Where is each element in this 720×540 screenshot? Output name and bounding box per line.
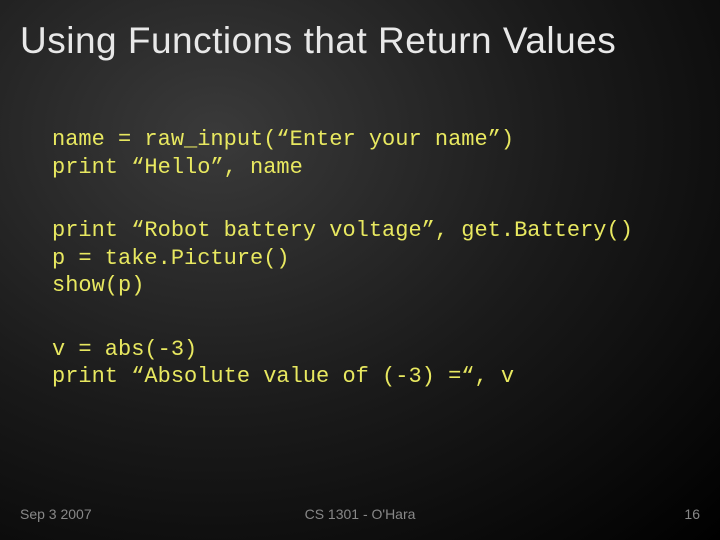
footer-date: Sep 3 2007 [20, 506, 92, 522]
slide-container: Using Functions that Return Values name … [0, 0, 720, 540]
code-block-2: print “Robot battery voltage”, get.Batte… [52, 217, 700, 300]
slide-title: Using Functions that Return Values [20, 20, 700, 62]
footer: Sep 3 2007 CS 1301 - O'Hara 16 [0, 506, 720, 522]
footer-course: CS 1301 - O'Hara [305, 506, 416, 522]
footer-page: 16 [684, 506, 700, 522]
code-block-1: name = raw_input(“Enter your name”) prin… [52, 126, 700, 181]
code-block-3: v = abs(-3) print “Absolute value of (-3… [52, 336, 700, 391]
